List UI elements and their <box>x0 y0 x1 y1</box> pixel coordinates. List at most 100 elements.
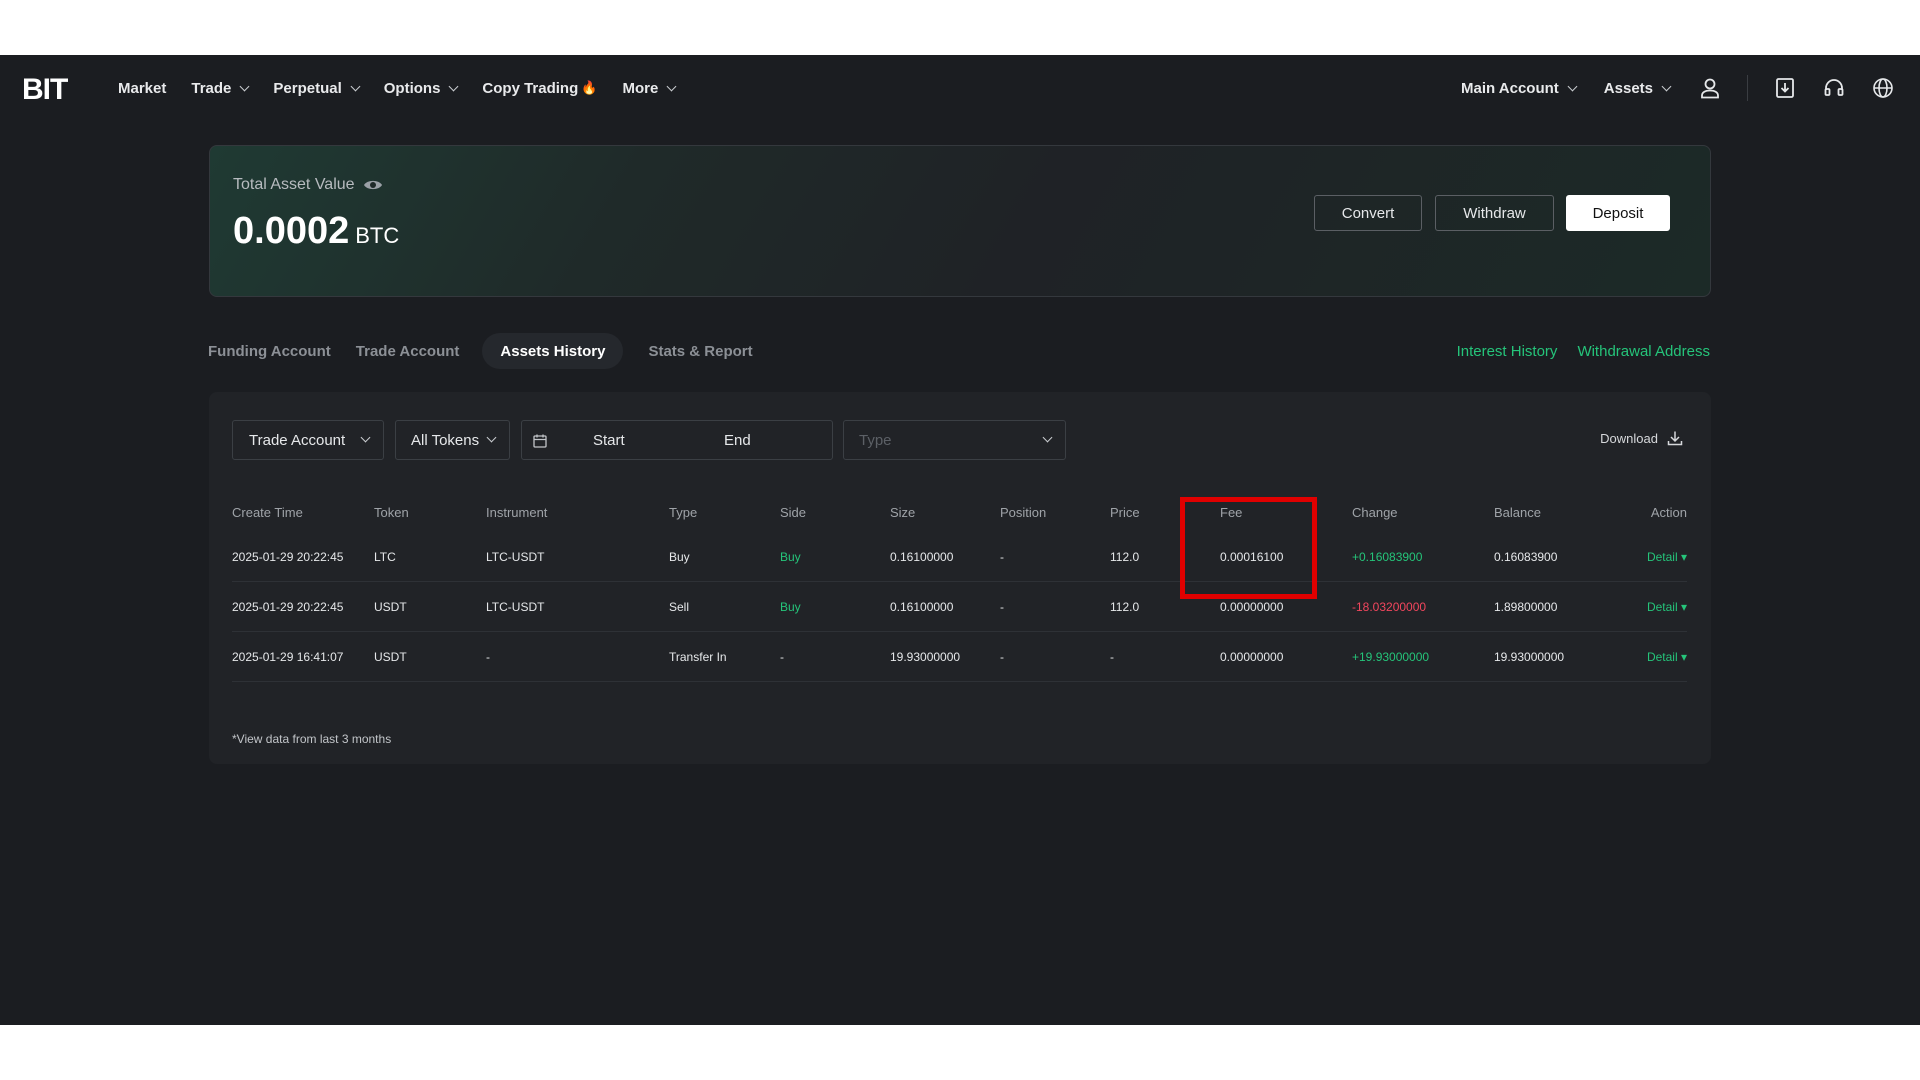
nav-more[interactable]: More <box>622 80 677 97</box>
user-icon[interactable] <box>1698 76 1722 100</box>
nav-market-label: Market <box>118 79 167 97</box>
nav-trade-label: Trade <box>191 79 232 97</box>
nav-market[interactable]: Market <box>118 80 166 97</box>
logo[interactable]: BIT <box>22 73 68 107</box>
cell-size: 0.16100000 <box>890 581 1000 632</box>
nav-perpetual[interactable]: Perpetual <box>273 80 361 97</box>
tab-assets-history[interactable]: Assets History <box>482 333 624 369</box>
col-side: Side <box>780 504 807 520</box>
withdraw-button[interactable]: Withdraw <box>1435 195 1554 231</box>
nav-copy-trading[interactable]: Copy Trading 🔥 <box>482 80 597 97</box>
download-icon <box>1667 431 1683 446</box>
end-date-input[interactable]: End <box>724 432 751 449</box>
chevron-down-icon <box>448 81 459 91</box>
cell-position: - <box>1000 581 1110 632</box>
eye-icon[interactable] <box>363 178 383 192</box>
type-select[interactable]: Type <box>843 420 1066 460</box>
interest-history-link[interactable]: Interest History <box>1457 343 1558 360</box>
tab-trade-account[interactable]: Trade Account <box>356 333 460 369</box>
cell-price: - <box>1110 631 1220 682</box>
table-row: 2025-01-29 20:22:45 LTC LTC-USDT Buy Buy… <box>232 532 1687 582</box>
caret-down-icon: ▾ <box>1677 599 1687 614</box>
cell-fee: 0.00000000 <box>1220 631 1352 682</box>
detail-button[interactable]: Detail ▾ <box>1614 581 1687 632</box>
tab-funding-account[interactable]: Funding Account <box>208 333 331 369</box>
col-create-time: Create Time <box>232 504 303 520</box>
cell-type: Sell <box>669 581 780 632</box>
detail-button[interactable]: Detail ▾ <box>1614 631 1687 682</box>
nav-options[interactable]: Options <box>383 79 459 97</box>
cell-type: Transfer In <box>669 631 780 682</box>
type-select-placeholder: Type <box>859 431 892 449</box>
cell-instrument: - <box>486 631 669 682</box>
detail-label: Detail <box>1646 649 1678 664</box>
cell-change: +0.16083900 <box>1352 532 1494 582</box>
caret-down-icon: ▾ <box>1677 649 1687 664</box>
withdrawal-address-link[interactable]: Withdrawal Address <box>1577 343 1710 360</box>
nav-main-account[interactable]: Main Account <box>1461 80 1578 97</box>
col-size: Size <box>890 504 916 520</box>
download-app-icon[interactable] <box>1773 76 1797 100</box>
chevron-down-icon <box>360 432 371 443</box>
total-asset-value: 0.0002 BTC <box>233 210 399 253</box>
total-asset-card: Total Asset Value 0.0002 BTC Convert With… <box>209 145 1711 297</box>
headset-icon[interactable] <box>1822 76 1846 100</box>
tokens-select[interactable]: All Tokens <box>395 420 510 460</box>
history-table: Create Time Token Instrument Type Side S… <box>232 492 1687 682</box>
start-date-input[interactable]: Start <box>593 432 625 449</box>
cell-instrument: LTC-USDT <box>486 532 669 582</box>
nav-right: Main Account Assets <box>1461 55 1920 121</box>
globe-icon[interactable] <box>1871 76 1895 100</box>
chevron-down-icon <box>1661 81 1672 91</box>
nav-assets-label: Assets <box>1603 79 1653 97</box>
nav-trade[interactable]: Trade <box>191 79 250 97</box>
fire-icon: 🔥 <box>581 80 598 95</box>
date-range-picker[interactable]: Start End <box>521 420 833 460</box>
cell-position: - <box>1000 631 1110 682</box>
account-select-value: Trade Account <box>249 431 346 449</box>
cell-create-time: 2025-01-29 16:41:07 <box>232 631 374 682</box>
deposit-button[interactable]: Deposit <box>1566 195 1670 231</box>
chevron-down-icon <box>350 81 361 91</box>
cell-create-time: 2025-01-29 20:22:45 <box>232 532 374 582</box>
cell-create-time: 2025-01-29 20:22:45 <box>232 581 374 632</box>
cell-size: 0.16100000 <box>890 532 1000 582</box>
convert-button[interactable]: Convert <box>1314 195 1422 231</box>
col-instrument: Instrument <box>486 504 548 520</box>
download-label: Download <box>1600 430 1658 446</box>
cell-balance: 0.16083900 <box>1494 532 1614 582</box>
cell-balance: 19.93000000 <box>1494 631 1614 682</box>
cell-token: LTC <box>374 532 486 582</box>
chevron-down-icon <box>239 81 250 91</box>
table-row: 2025-01-29 20:22:45 USDT LTC-USDT Sell B… <box>232 581 1687 632</box>
detail-label: Detail <box>1646 599 1678 614</box>
top-nav: BIT Market Trade Perpetual Options Copy … <box>0 55 1920 121</box>
cell-size: 19.93000000 <box>890 631 1000 682</box>
cell-token: USDT <box>374 631 486 682</box>
nav-divider <box>1747 75 1748 101</box>
detail-button[interactable]: Detail ▾ <box>1614 532 1687 582</box>
col-type: Type <box>669 504 698 520</box>
nav-options-label: Options <box>383 79 441 97</box>
chevron-down-icon <box>486 432 497 443</box>
account-select[interactable]: Trade Account <box>232 420 384 460</box>
nav-menu: Market Trade Perpetual Options Copy Trad… <box>118 55 700 121</box>
tokens-select-value: All Tokens <box>411 431 480 449</box>
nav-assets[interactable]: Assets <box>1603 79 1672 97</box>
cell-token: USDT <box>374 581 486 632</box>
cell-side: - <box>780 631 890 682</box>
download-button[interactable]: Download <box>1600 430 1683 446</box>
col-balance: Balance <box>1494 504 1541 520</box>
tab-stats-report[interactable]: Stats & Report <box>648 333 752 369</box>
chevron-down-icon <box>666 81 677 91</box>
col-token: Token <box>374 504 409 520</box>
cell-position: - <box>1000 532 1110 582</box>
cell-type: Buy <box>669 532 780 582</box>
caret-down-icon: ▾ <box>1677 549 1687 564</box>
cell-side: Buy <box>780 532 890 582</box>
col-change: Change <box>1352 504 1398 520</box>
cell-change: +19.93000000 <box>1352 631 1494 682</box>
cell-change: -18.03200000 <box>1352 581 1494 632</box>
cell-side: Buy <box>780 581 890 632</box>
right-links: Interest History Withdrawal Address <box>1437 343 1710 360</box>
